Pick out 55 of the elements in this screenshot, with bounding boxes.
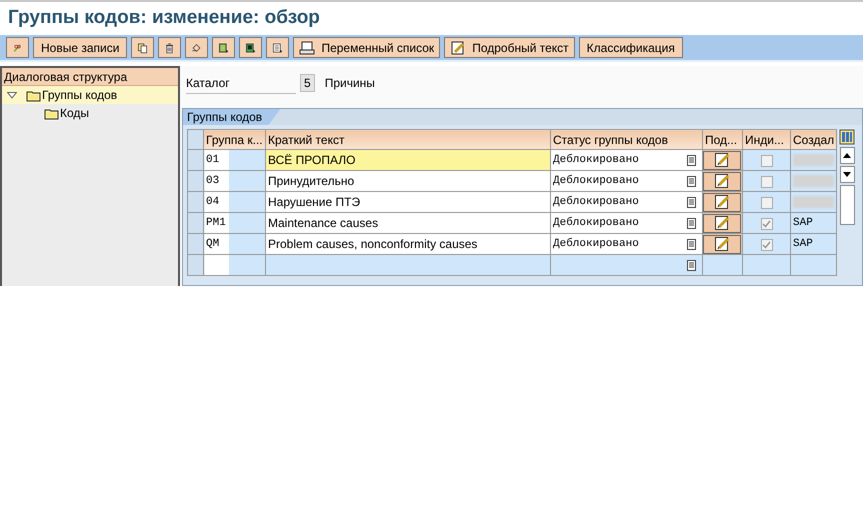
redacted-text <box>793 154 834 166</box>
pencil-glasses-button[interactable] <box>6 37 29 58</box>
redacted-text <box>793 196 834 208</box>
column-header[interactable]: Создал <box>790 130 837 150</box>
tree-item[interactable]: Коды <box>42 104 92 122</box>
panel-header: Диалоговая структура <box>2 68 178 86</box>
table-cell: SAP <box>793 216 813 229</box>
toolbar-button[interactable]: Новые записи <box>33 37 128 58</box>
dropdown-icon[interactable] <box>687 260 696 270</box>
list-arrow-button[interactable] <box>212 37 236 58</box>
edit-button[interactable] <box>703 150 741 170</box>
scroll-track[interactable] <box>840 185 855 225</box>
printer-icon <box>299 40 316 56</box>
table-cell: Maintenance causes <box>266 212 550 234</box>
pencil-icon <box>714 194 730 210</box>
pencil-icon <box>714 236 730 252</box>
copy-button[interactable] <box>131 37 154 58</box>
pencil-icon <box>714 215 730 231</box>
column-header[interactable]: Статус группы кодов <box>550 130 702 150</box>
window-title: Группы кодов: изменение: обзор <box>8 6 320 30</box>
column-header[interactable]: Группа к... <box>204 130 266 150</box>
delete-button[interactable] <box>158 37 182 58</box>
table-cell: Problem causes, nonconformity causes <box>266 234 550 254</box>
toolbar-button[interactable]: Подробный текст <box>444 37 575 58</box>
scroll-down-button[interactable] <box>840 166 855 183</box>
column-header[interactable]: Инди... <box>742 130 790 150</box>
catalog-field[interactable]: 5 <box>300 74 315 92</box>
pencil-icon <box>714 173 730 189</box>
expand-icon[interactable] <box>7 92 17 98</box>
down-arrow-icon <box>843 172 852 177</box>
column-header[interactable]: Под... <box>702 130 742 150</box>
table-cell: Принудительно <box>266 170 550 192</box>
edit-icon <box>450 40 466 56</box>
edit-button[interactable] <box>703 214 741 232</box>
column-header[interactable]: Краткий текст <box>266 130 550 150</box>
table-cell: QM <box>206 238 220 250</box>
scroll-up-button[interactable] <box>840 147 855 164</box>
toolbar-button[interactable]: Переменный список <box>293 37 440 58</box>
list-arrow-button[interactable] <box>239 37 262 58</box>
catalog-text: Причины <box>324 75 375 92</box>
edit-button[interactable] <box>703 172 741 190</box>
edit-button[interactable] <box>703 234 741 254</box>
table-settings-icon[interactable] <box>839 129 856 145</box>
redacted-text <box>793 175 834 187</box>
up-arrow-icon <box>843 153 852 158</box>
select-all-cell[interactable] <box>188 130 204 150</box>
edit-button[interactable] <box>703 192 741 212</box>
toolbar-button[interactable]: Классификация <box>578 37 683 58</box>
table-cell: Нарушение ПТЭ <box>266 192 550 212</box>
table-cell: ВСЁ ПРОПАЛО <box>266 150 550 170</box>
table-cell: SAP <box>793 238 813 250</box>
list-arrow-button[interactable] <box>266 37 290 58</box>
table-tab[interactable]: Группы кодов <box>183 109 280 125</box>
pencil-icon <box>714 152 730 168</box>
field-label: Каталог <box>186 72 296 94</box>
